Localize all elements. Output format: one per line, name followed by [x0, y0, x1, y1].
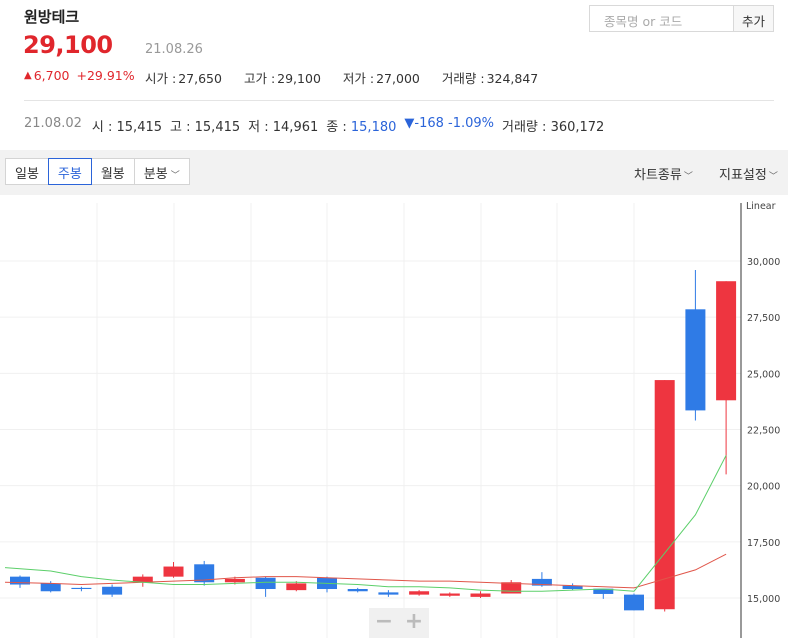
stock-name: 원방테크 — [24, 8, 80, 26]
y-tick-label: 25,000 — [747, 369, 780, 380]
chart-type-dropdown[interactable]: 차트종류 ﹀ — [634, 164, 693, 183]
ma-short-line — [4, 455, 727, 592]
candle-body — [40, 583, 61, 592]
divider — [24, 100, 774, 101]
indicator-settings-dropdown[interactable]: 지표설정 ﹀ — [719, 164, 778, 183]
search-input[interactable]: 종목명 or 코드 — [589, 5, 734, 32]
zoom-controls: − + — [369, 608, 429, 638]
candle-body — [685, 309, 706, 411]
candle-body — [439, 593, 460, 596]
candle-date: 21.08.02 — [24, 116, 82, 131]
scale-label: Linear — [746, 201, 776, 212]
y-tick-label: 22,500 — [747, 426, 780, 437]
y-tick-label: 15,000 — [747, 594, 780, 605]
candle-body — [378, 592, 399, 595]
candle-body — [347, 589, 368, 592]
candle-body — [470, 593, 491, 597]
chevron-down-icon: ﹀ — [683, 172, 693, 182]
candle-volume: 거래량 : 360,172 — [502, 120, 605, 135]
stat-high: 고가 :29,100 — [243, 71, 321, 86]
tab-monthly[interactable]: 월봉 — [90, 158, 135, 185]
chart-toolbar: 일봉 주봉 월봉 분봉 ﹀ 차트종류 ﹀ 지표설정 ﹀ — [0, 150, 788, 195]
candle-high: 고 : 15,415 — [170, 120, 241, 135]
y-tick-label: 30,000 — [747, 257, 780, 268]
y-tick-label: 20,000 — [747, 482, 780, 493]
y-tick-label: 17,500 — [747, 538, 780, 549]
change-amount: 6,700 — [33, 68, 70, 83]
candle-open: 시 : 15,415 — [91, 120, 163, 135]
candle-body — [624, 594, 644, 611]
candle-body — [409, 591, 430, 595]
tab-weekly[interactable]: 주봉 — [47, 158, 92, 185]
ma-long-line — [4, 553, 727, 589]
stat-open: 시가 :27,650 — [145, 71, 222, 86]
y-tick-label: 27,500 — [747, 313, 780, 324]
candle-body — [255, 577, 276, 590]
stat-volume: 거래량 :324,847 — [441, 71, 539, 86]
add-button[interactable]: 추가 — [733, 5, 774, 32]
candle-body — [654, 380, 675, 610]
selected-candle-info: 21.08.02 시 : 15,415 고 : 15,415 저 : 14,96… — [24, 116, 612, 135]
chevron-down-icon: ﹀ — [768, 172, 778, 182]
candle-low: 저 : 14,961 — [248, 120, 319, 135]
candle-change: ▼-168 -1.09% — [404, 116, 495, 131]
zoom-in-button[interactable]: + — [399, 608, 429, 638]
stock-header: 원방테크 29,100 21.08.26 ▲ 6,700 +29.91% 시가 … — [0, 0, 788, 150]
price-date: 21.08.26 — [145, 42, 203, 57]
tab-daily[interactable]: 일봉 — [5, 158, 49, 185]
candle-close: 종 : 15,180 — [326, 120, 397, 135]
price-change: ▲ 6,700 +29.91% — [24, 68, 135, 83]
tab-minute[interactable]: 분봉 ﹀ — [133, 158, 190, 185]
candle-body — [163, 566, 184, 577]
candle-body — [224, 578, 245, 583]
stat-low: 저가 :27,000 — [342, 71, 420, 86]
candle-body — [102, 586, 123, 595]
candle-body — [71, 587, 92, 590]
chevron-down-icon: ﹀ — [170, 171, 180, 181]
candle-body — [10, 576, 30, 585]
up-arrow-icon: ▲ — [24, 70, 32, 81]
candle-body — [286, 583, 307, 591]
day-stats: 시가 :27,650 고가 :29,100 저가 :27,000 거래량 :32… — [145, 68, 560, 87]
candle-body — [716, 281, 737, 401]
price-chart[interactable]: Linear 15,000 17,500 20,000 22,500 25,000 27,5… — [0, 195, 788, 638]
period-tabs: 일봉 주봉 월봉 분봉 ﹀ — [5, 158, 190, 185]
current-price: 29,100 — [23, 31, 113, 59]
candlestick-chart[interactable]: Linear 15,000 17,500 20,000 22,500 25,000 27,5… — [0, 195, 788, 638]
zoom-out-button[interactable]: − — [369, 608, 399, 638]
change-percent: +29.91% — [76, 68, 135, 83]
